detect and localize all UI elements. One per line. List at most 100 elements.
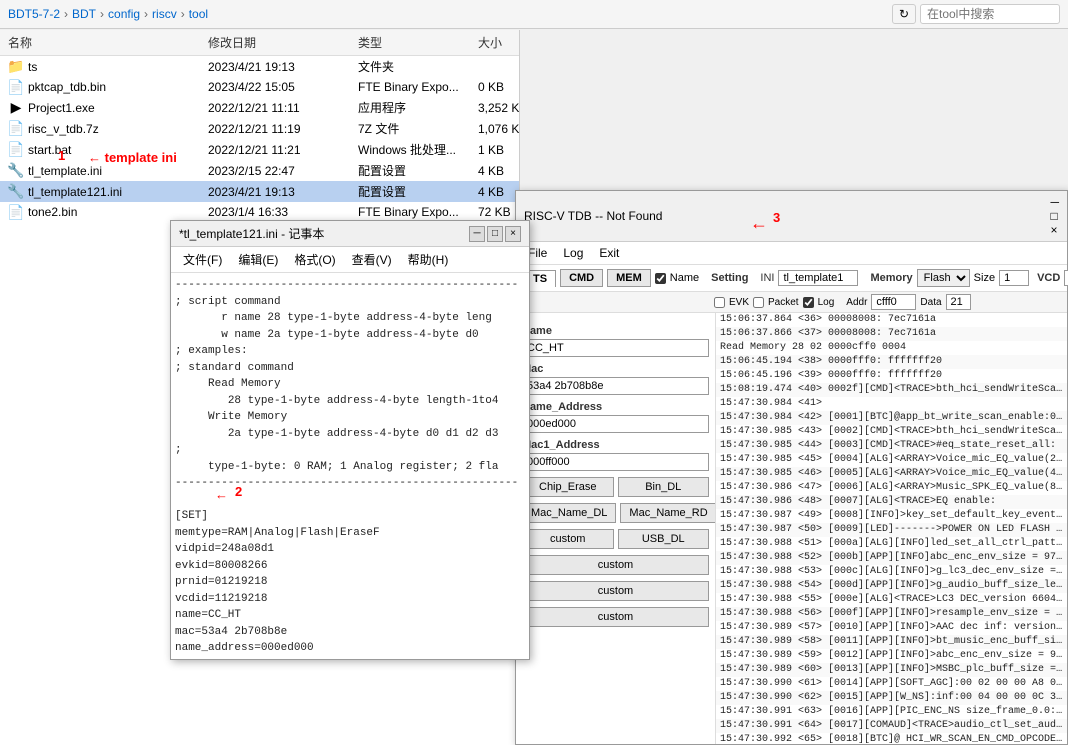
vcd-label: VCD [1037, 272, 1060, 284]
file-row[interactable]: 📄 risc_v_tdb.7z 2022/12/21 11:19 7Z 文件 1… [0, 118, 519, 139]
log-label: Log [818, 297, 835, 308]
tdb-close-button[interactable]: × [1050, 223, 1059, 237]
addr-input[interactable] [871, 294, 916, 310]
btn-row-5: custom [522, 581, 709, 601]
file-type: 文件夹 [358, 58, 478, 75]
file-row[interactable]: 📄 tone2.bin 2023/1/4 16:33 FTE Binary Ex… [0, 202, 519, 222]
file-name: start.bat [28, 143, 71, 157]
packet-checkbox[interactable] [753, 297, 764, 308]
breadcrumb-item-2[interactable]: config [108, 7, 140, 21]
tdb-window: RISC-V TDB -- Not Found ─ □ × FileLogExi… [515, 190, 1068, 745]
notepad-menu-item[interactable]: 格式(O) [286, 249, 343, 270]
refresh-button[interactable]: ↻ [892, 4, 916, 24]
file-icon-ini: 🔧 [8, 163, 24, 179]
file-name-cell: 📁 ts [8, 59, 208, 75]
file-name-cell: 🔧 tl_template121.ini [8, 184, 208, 200]
evk-checkbox[interactable] [714, 297, 725, 308]
minimize-button[interactable]: ─ [469, 226, 485, 242]
btn-row-6: custom [522, 607, 709, 627]
log-row: 15:47:30.991 <63> [0016][APP][PIC_ENC_NS… [716, 705, 1067, 719]
vcd-input[interactable] [1064, 270, 1068, 286]
bin-dl-button[interactable]: Bin_DL [618, 477, 710, 497]
log-row: 15:47:30.988 <52> [000b][APP][INFO]abc_e… [716, 551, 1067, 565]
notepad-menu-item[interactable]: 编辑(E) [230, 249, 286, 270]
tdb-menu-item[interactable]: Log [555, 244, 591, 262]
search-input[interactable] [920, 4, 1060, 24]
maximize-button[interactable]: □ [487, 226, 503, 242]
tdb-toolbar: TS CMD MEM Name Setting INI Memory Flash… [516, 265, 1067, 292]
file-size: 4 KB [478, 185, 519, 199]
log-row: Read Memory 28 02 0000cff0 0004 [716, 341, 1067, 355]
log-row: 15:47:30.991 <64> [0017][COMAUD]<TRACE>a… [716, 719, 1067, 733]
file-size: 4 KB [478, 164, 519, 178]
breadcrumb-item-4[interactable]: tool [189, 7, 208, 21]
notepad-content[interactable]: ----------------------------------------… [171, 273, 529, 659]
file-row[interactable]: 🔧 tl_template.ini 2023/2/15 22:47 配置设置 4… [0, 160, 519, 181]
file-type: FTE Binary Expo... [358, 205, 478, 219]
file-date: 2022/12/21 11:19 [208, 122, 358, 136]
tdb-minimize-button[interactable]: ─ [1050, 195, 1059, 209]
tab-mem[interactable]: MEM [607, 269, 651, 287]
file-type: 配置设置 [358, 183, 478, 200]
file-row[interactable]: 📄 start.bat 2022/12/21 11:21 Windows 批处理… [0, 139, 519, 160]
file-name: ts [28, 60, 37, 74]
notepad-menu-item[interactable]: 查看(V) [344, 249, 400, 270]
size-label: Size [974, 272, 995, 284]
name-address-field[interactable] [522, 415, 709, 433]
header-type[interactable]: 类型 [358, 34, 478, 51]
file-date: 2023/2/15 22:47 [208, 164, 358, 178]
file-type: 配置设置 [358, 162, 478, 179]
mac-field[interactable] [522, 377, 709, 395]
header-size[interactable]: 大小 [478, 34, 520, 51]
header-name[interactable]: 名称 [8, 34, 208, 51]
addr-label: Addr [846, 297, 867, 308]
custom-button-3[interactable]: custom [522, 581, 709, 601]
memory-select[interactable]: Flash RAM [917, 269, 970, 287]
notepad-menu-item[interactable]: 文件(F) [175, 249, 230, 270]
name-checkbox[interactable] [655, 273, 666, 284]
custom-button-2[interactable]: custom [522, 555, 709, 575]
mac-name-rd-button[interactable]: Mac_Name_RD [620, 503, 716, 523]
file-row[interactable]: 📄 pktcap_tdb.bin 2023/4/22 15:05 FTE Bin… [0, 77, 519, 97]
mac1-address-field[interactable] [522, 453, 709, 471]
file-row[interactable]: ▶ Project1.exe 2022/12/21 11:11 应用程序 3,2… [0, 97, 519, 118]
log-controls: EVK Packet Log Addr Data [714, 294, 1063, 310]
notepad-titlebar: *tl_template121.ini - 记事本 ─ □ × [171, 221, 529, 247]
breadcrumb: BDT5-7-2 › BDT › config › riscv › tool [8, 7, 888, 21]
log-row: 15:47:30.989 <57> [0010][APP][INFO]>AAC … [716, 621, 1067, 635]
close-button[interactable]: × [505, 226, 521, 242]
breadcrumb-item-1[interactable]: BDT [72, 7, 96, 21]
chip-erase-button[interactable]: Chip_Erase [522, 477, 614, 497]
mac-name-dl-button[interactable]: Mac_Name_DL [522, 503, 616, 523]
log-row: 15:47:30.986 <47> [0006][ALG]<ARRAY>Musi… [716, 481, 1067, 495]
file-size: 1,076 KB [478, 122, 519, 136]
size-input[interactable] [999, 270, 1029, 286]
file-date: 2023/4/21 19:13 [208, 185, 358, 199]
file-row[interactable]: 🔧 tl_template121.ini 2023/4/21 19:13 配置设… [0, 181, 519, 202]
tdb-menu-item[interactable]: Exit [591, 244, 627, 262]
ini-input[interactable] [778, 270, 858, 286]
custom-button-1[interactable]: custom [522, 529, 614, 549]
notepad-menu-item[interactable]: 帮助(H) [400, 249, 457, 270]
usb-dl-button[interactable]: USB_DL [618, 529, 710, 549]
file-name: tl_template121.ini [28, 185, 122, 199]
name-field[interactable] [522, 339, 709, 357]
breadcrumb-item-3[interactable]: riscv [152, 7, 177, 21]
file-size: 1 KB [478, 143, 519, 157]
file-name-cell: 📄 pktcap_tdb.bin [8, 79, 208, 95]
log-checkbox[interactable] [803, 297, 814, 308]
data-label: Data [920, 297, 941, 308]
tab-cmd[interactable]: CMD [560, 269, 603, 287]
custom-button-4[interactable]: custom [522, 607, 709, 627]
header-date[interactable]: 修改日期 [208, 34, 358, 51]
data-input[interactable] [946, 294, 971, 310]
tdb-titlebar: RISC-V TDB -- Not Found ─ □ × [516, 191, 1067, 242]
tdb-maximize-button[interactable]: □ [1050, 209, 1059, 223]
file-name: tone2.bin [28, 205, 77, 219]
tdb-body: Name Mac Name_Address Mac1_Address Chip_… [516, 313, 1067, 744]
log-row: 15:47:30.988 <54> [000d][APP][INFO]>g_au… [716, 579, 1067, 593]
file-row[interactable]: 📁 ts 2023/4/21 19:13 文件夹 [0, 56, 519, 77]
log-content[interactable]: 15:06:37.864 <36> 00008008: 7ec7161a15:0… [716, 313, 1067, 744]
evk-label: EVK [729, 297, 749, 308]
breadcrumb-item-0[interactable]: BDT5-7-2 [8, 7, 60, 21]
